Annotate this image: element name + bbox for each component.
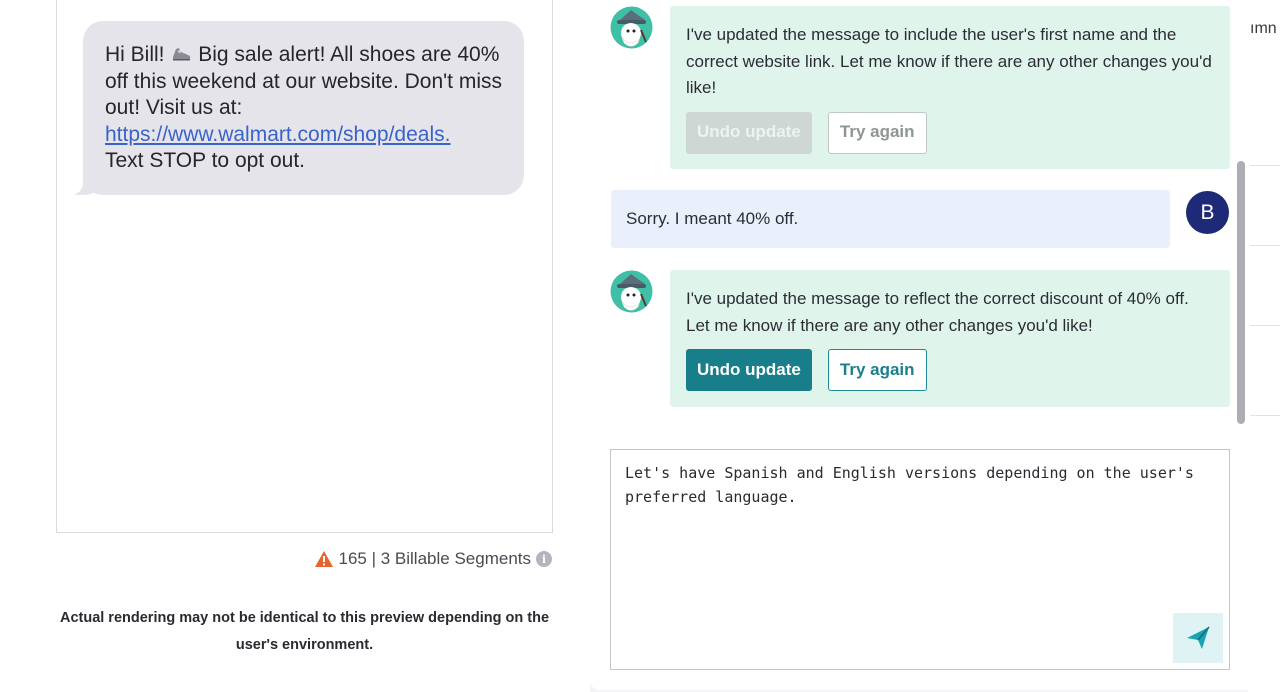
bot-message-2-actions: Undo update Try again (686, 349, 1214, 391)
try-again-button-2[interactable]: Try again (827, 349, 927, 391)
try-again-button-1[interactable]: Try again (827, 111, 927, 154)
user-avatar: B (1186, 191, 1229, 234)
sms-bubble: Hi Bill! Big sale alert! All shoes are 4… (67, 21, 524, 195)
divider (1250, 165, 1280, 166)
bot-avatar-icon (610, 270, 653, 313)
chat-input[interactable] (611, 450, 1229, 669)
bot-avatar-icon (610, 6, 653, 49)
bot-message-2: I've updated the message to reflect the … (670, 270, 1230, 407)
info-icon[interactable]: i (536, 551, 552, 567)
chat-panel: I've updated the message to include the … (590, 0, 1248, 690)
shoe-icon (173, 48, 191, 61)
sms-link[interactable]: https://www.walmart.com/shop/deals. (105, 123, 450, 146)
edge-text-fragment: ımn (1250, 20, 1277, 37)
divider (1250, 415, 1280, 416)
undo-update-button[interactable]: Undo update (686, 349, 812, 391)
sms-footer: Text STOP to opt out. (105, 149, 306, 172)
sms-body: Big sale alert! All shoes are 40% off th… (105, 43, 502, 119)
segment-count: 165 | 3 Billable Segments i (314, 549, 552, 569)
bot-message-1-text: I've updated the message to include the … (686, 25, 1212, 97)
user-message: Sorry. I meant 40% off. (611, 190, 1170, 248)
chat-composer (610, 449, 1230, 670)
user-message-text: Sorry. I meant 40% off. (626, 209, 799, 228)
send-button[interactable] (1173, 613, 1223, 663)
divider (1250, 245, 1280, 246)
undo-update-button-disabled[interactable]: Undo update (686, 111, 812, 154)
divider (1250, 325, 1280, 326)
bot-message-1-actions: Undo update Try again (686, 111, 1214, 154)
preview-disclaimer: Actual rendering may not be identical to… (59, 610, 550, 653)
right-edge-panel: ımn (1248, 0, 1280, 692)
sms-greeting: Hi Bill! (105, 43, 165, 66)
bot-message-1: I've updated the message to include the … (670, 6, 1230, 169)
segment-count-text: 165 | 3 Billable Segments (338, 549, 531, 568)
chat-scrollbar[interactable] (1237, 161, 1245, 424)
bot-message-2-text: I've updated the message to reflect the … (686, 289, 1189, 335)
send-icon (1187, 626, 1210, 649)
warning-icon (314, 551, 333, 567)
preview-panel: Hi Bill! Big sale alert! All shoes are 4… (0, 0, 590, 692)
